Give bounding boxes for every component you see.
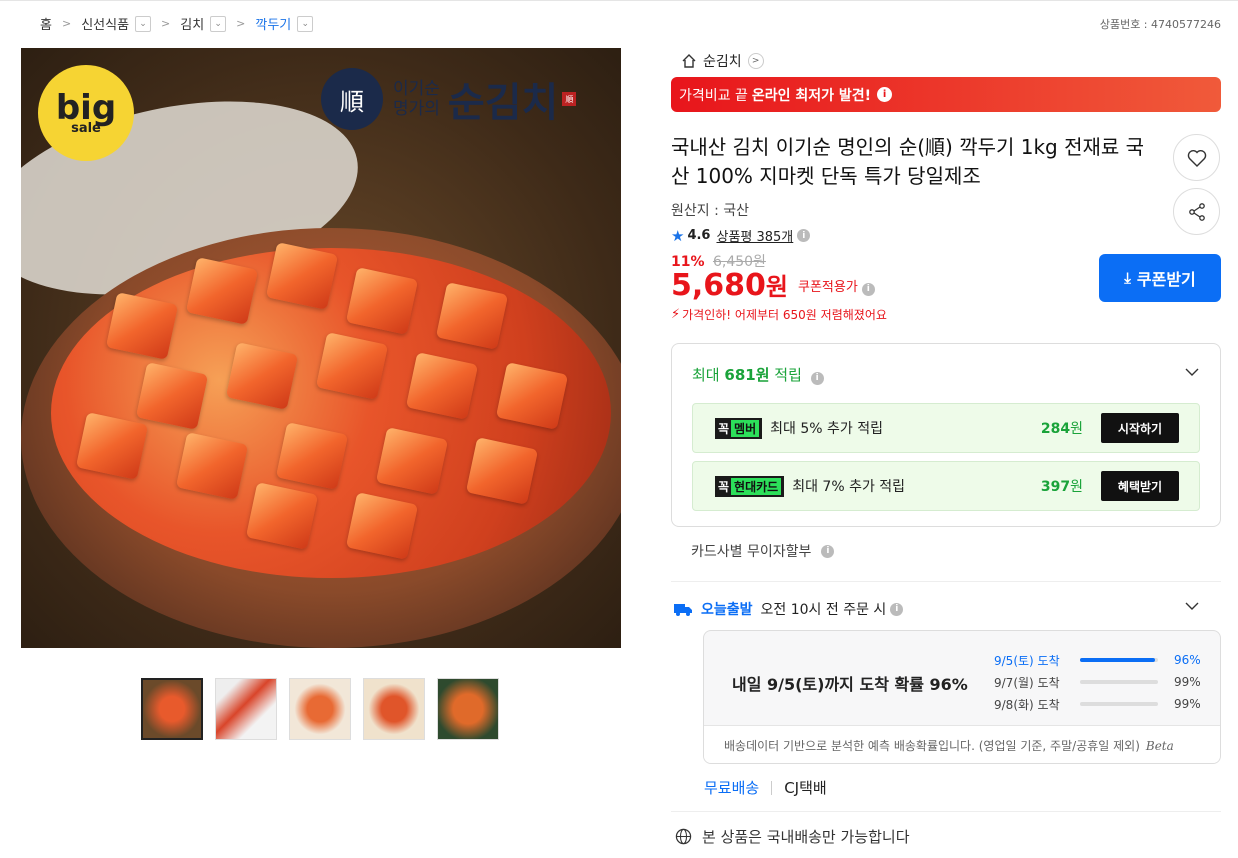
delivery-row: 9/5(토) 도착 96%: [994, 653, 1201, 668]
review-link[interactable]: 상품평 385개: [716, 226, 793, 245]
divider: [671, 581, 1221, 582]
store-name: 순김치: [703, 54, 742, 70]
info-icon[interactable]: i: [810, 371, 824, 385]
breadcrumb: 홈 > 신선식품 ⌄ > 김치 ⌄ > 깍두기 ⌄: [40, 14, 314, 33]
product-title: 국내산 김치 이기순 명인의 순(順) 깍두기 1kg 전재료 국산 100% …: [671, 135, 1145, 188]
divider: [671, 811, 1221, 812]
domestic-shipping-notice: 본 상품은 국내배송만 가능합니다: [675, 826, 910, 847]
thumbnail-strip: [141, 678, 499, 740]
product-number: 상품번호 : 4740577246: [1099, 18, 1221, 31]
info-icon[interactable]: i: [890, 602, 904, 616]
top-divider: [0, 0, 1238, 1]
price-drop-notice: ⚡ 가격인하! 어제부터 650원 저렴해졌어요: [671, 307, 887, 322]
chevron-right-icon: >: [61, 17, 72, 30]
star-icon: ★: [671, 226, 685, 245]
thumbnail-3[interactable]: [289, 678, 351, 740]
chevron-right-icon: >: [236, 17, 246, 30]
delivery-row: 9/7(월) 도착 99%: [994, 675, 1201, 690]
probability-bar: [1080, 702, 1158, 706]
points-summary[interactable]: 최대 681원 적립 i: [692, 364, 824, 385]
brand-subtitle: 이기순 명가의: [393, 79, 440, 119]
get-coupon-button[interactable]: ⤓ 쿠폰받기: [1099, 254, 1221, 302]
chevron-down-icon[interactable]: ⌄: [297, 15, 314, 32]
delivery-rows: 9/5(토) 도착 96% 9/7(월) 도착 99% 9/8(화) 도착 99…: [994, 649, 1201, 715]
delivery-estimate: 내일 9/5(토)까지 도착 확률 96%: [732, 675, 968, 694]
brand-name: 순김치: [447, 79, 559, 126]
thumbnail-2[interactable]: [215, 678, 277, 740]
share-button[interactable]: [1173, 188, 1220, 235]
shipping-header: 오늘출발 오전 10시 전 주문 시 i: [673, 599, 904, 619]
get-benefit-button[interactable]: 혜택받기: [1101, 471, 1179, 501]
coupon-price-label: 쿠폰적용가 i: [798, 276, 875, 296]
delivery-row: 9/8(화) 도착 99%: [994, 697, 1201, 712]
thumbnail-4[interactable]: [363, 678, 425, 740]
chevron-down-icon[interactable]: [1184, 598, 1200, 614]
share-icon: [1188, 202, 1205, 221]
card-points-row: 꼭 현대카드 최대 7% 추가 적립 397원 혜택받기: [692, 461, 1200, 511]
delivery-probability-panel: 내일 9/5(토)까지 도착 확률 96% 9/5(토) 도착 96% 9/7(…: [703, 630, 1221, 764]
sale-price: 5,680 원 쿠폰적용가 i: [671, 267, 875, 303]
carrier-label: CJ택배: [784, 779, 827, 797]
big-sale-badge: big sale: [38, 65, 134, 161]
chevron-right-icon: >: [161, 17, 171, 30]
card-badge: 꼭 현대카드: [715, 475, 785, 497]
product-main-image[interactable]: big sale 順 이기순 명가의 순김치 順: [21, 48, 621, 648]
info-icon[interactable]: i: [821, 544, 835, 558]
probability-bar: [1080, 680, 1158, 684]
chevron-down-icon[interactable]: ⌄: [210, 15, 227, 32]
wishlist-button[interactable]: [1173, 134, 1220, 181]
info-icon[interactable]: i: [877, 87, 893, 102]
delivery-note: 배송데이터 기반으로 분석한 예측 배송확률입니다. (영업일 기준, 주말/공…: [704, 725, 1220, 763]
member-badge: 꼭 멤버: [715, 417, 763, 439]
installment-link[interactable]: 카드사별 무이자할부 i: [691, 541, 835, 561]
info-icon[interactable]: i: [861, 282, 875, 296]
store-link[interactable]: 순김치 >: [681, 51, 764, 71]
start-member-button[interactable]: 시작하기: [1101, 413, 1179, 443]
member-points-row: 꼭 멤버 최대 5% 추가 적립 284원 시작하기: [692, 403, 1200, 453]
probability-bar: [1080, 658, 1158, 662]
thumbnail-1[interactable]: [141, 678, 203, 740]
brand-logo: 順 이기순 명가의 순김치 順: [321, 68, 577, 130]
heart-icon: [1187, 149, 1206, 167]
lowest-price-banner[interactable]: 가격비교 끝 온라인 최저가 발견! i: [671, 77, 1221, 112]
truck-icon: [674, 604, 692, 616]
breadcrumb-fresh-food[interactable]: 신선식품 ⌄: [81, 14, 152, 33]
divider: [771, 780, 773, 795]
rating: ★ 4.6 상품평 385개 i: [671, 226, 811, 245]
shipping-options: 무료배송 CJ택배: [704, 777, 827, 798]
brand-seal: 順: [321, 68, 383, 130]
download-icon: ⤓: [1124, 269, 1131, 287]
thumbnail-5[interactable]: [437, 678, 499, 740]
lightning-icon: ⚡: [671, 307, 681, 322]
chevron-right-icon: >: [747, 53, 764, 69]
brand-mark: 順: [562, 92, 577, 106]
breadcrumb-home[interactable]: 홈: [40, 14, 52, 33]
free-shipping-label: 무료배송: [704, 779, 760, 797]
home-icon: [682, 54, 696, 68]
chevron-down-icon[interactable]: [1184, 364, 1200, 380]
breadcrumb-kkakdugi[interactable]: 깍두기 ⌄: [255, 14, 314, 33]
info-icon[interactable]: i: [797, 229, 811, 242]
globe-icon: [675, 828, 692, 845]
chevron-down-icon[interactable]: ⌄: [135, 15, 152, 32]
origin-label: 원산지 : 국산: [671, 203, 750, 219]
breadcrumb-kimchi[interactable]: 김치 ⌄: [180, 14, 227, 33]
points-panel: 최대 681원 적립 i 꼭 멤버 최대 5% 추가 적립 284원 시작하기 꼭…: [671, 343, 1221, 527]
